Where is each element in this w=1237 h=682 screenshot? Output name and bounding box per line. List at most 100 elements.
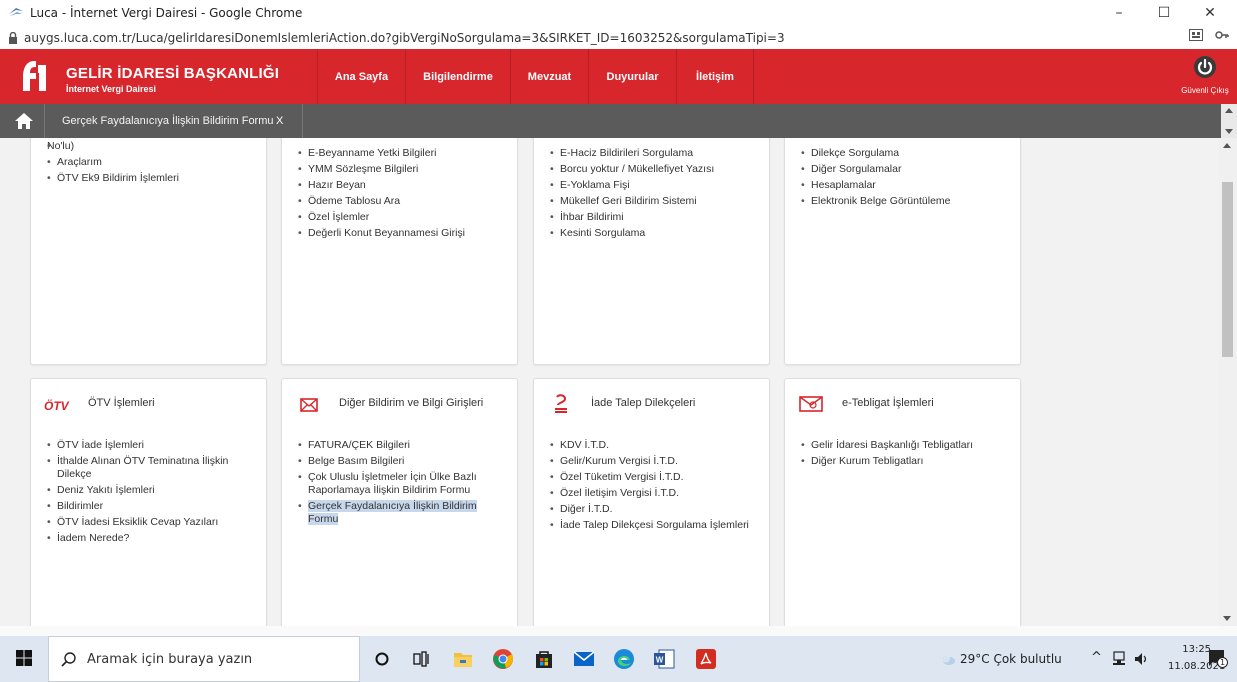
mail-icon[interactable] [573,648,595,670]
window-title: Luca - İnternet Vergi Dairesi - Google C… [30,6,303,20]
list-item[interactable]: İade Talep Dilekçesi Sorgulama İşlemleri [550,519,750,532]
list-item[interactable]: Gelir İdaresi Başkanlığı Tebligatları [801,439,1001,452]
list-item[interactable]: E-Beyanname Yetki Bilgileri [298,147,498,160]
svg-text:W: W [656,656,664,665]
scroll-up-icon[interactable] [1223,143,1231,148]
list-item[interactable]: İadem Nerede? [47,532,247,545]
edge-icon[interactable] [613,648,635,670]
scroll-down-icon[interactable] [1225,129,1233,134]
list-item[interactable]: Belge Basım Bilgileri [298,455,498,468]
url-text[interactable]: auygs.luca.com.tr/Luca/gelirIdaresiDonem… [24,31,785,45]
list-item[interactable]: Araçlarım [47,156,247,169]
task-view-icon[interactable] [411,648,433,670]
nav-duyurular[interactable]: Duyurular [588,49,676,104]
card-top-2: E-Beyanname Yetki Bilgileri YMM Sözleşme… [281,138,518,365]
list-item[interactable]: İhbar Bildirimi [550,211,750,224]
list-item[interactable]: E-Yoklama Fişi [550,179,750,192]
page-scrollbar[interactable] [1219,138,1237,626]
list-item[interactable]: Çok Uluslu İşletmeler İçin Ülke Bazlı Ra… [298,471,498,497]
home-icon[interactable] [14,112,34,130]
word-icon[interactable]: W [653,648,675,670]
secure-exit-button[interactable]: Güvenli Çıkış [1177,55,1233,99]
network-icon[interactable] [1112,651,1126,667]
tab-gercek-faydalaniciya[interactable]: Gerçek Faydalanıcıya İlişkin Bildirim Fo… [45,104,303,138]
brand-title[interactable]: GELİR İDARESİ BAŞKANLIĞI [66,65,279,82]
speaker-icon[interactable] [1134,651,1148,667]
store-icon[interactable] [533,648,555,670]
list-item[interactable]: Değerli Konut Beyannamesi Girişi [298,227,498,240]
list-item[interactable]: ÖTV Ek9 Bildirim İşlemleri [47,172,247,185]
weather-icon[interactable] [940,652,956,666]
list-item[interactable]: Diğer İ.T.D. [550,503,750,516]
list-item[interactable]: Ödeme Tablosu Ara [298,195,498,208]
tab-close-button[interactable]: X [276,115,283,127]
maximize-button[interactable]: ☐ [1144,0,1184,26]
list-item[interactable]: Gelir/Kurum Vergisi İ.T.D. [550,455,750,468]
list-item[interactable]: Kesinti Sorgulama [550,227,750,240]
notification-center-icon[interactable]: 1 [1207,649,1229,669]
acrobat-icon[interactable] [695,648,717,670]
card-title[interactable]: ÖTV İşlemleri [88,397,155,409]
list-item[interactable]: Özel İşlemler [298,211,498,224]
close-window-button[interactable]: ✕ [1190,0,1230,26]
file-explorer-icon[interactable] [452,648,474,670]
translate-icon[interactable] [1189,29,1203,41]
nav-bilgilendirme[interactable]: Bilgilendirme [405,49,510,104]
list-item[interactable]: Bildirimler [47,500,247,513]
secure-exit-label: Güvenli Çıkış [1181,86,1229,95]
browser-titlebar: Luca - İnternet Vergi Dairesi - Google C… [0,0,1237,26]
weather-text[interactable]: 29°C Çok bulutlu [960,652,1062,666]
windows-taskbar: Aramak için buraya yazın W 29°C Çok bulu… [0,636,1237,682]
taskbar-search[interactable]: Aramak için buraya yazın [48,636,360,682]
nav-divider [753,49,754,104]
cortana-icon[interactable] [371,648,393,670]
search-icon [61,652,76,667]
list-item[interactable]: Borcu yoktur / Mükellefiyet Yazısı [550,163,750,176]
scroll-down-icon[interactable] [1223,616,1231,621]
list-item[interactable]: Deniz Yakıtı İşlemleri [47,484,247,497]
scroll-up-icon[interactable] [1225,108,1233,113]
card-title[interactable]: İade Talep Dilekçeleri [591,397,695,409]
list-item[interactable]: ÖTV İadesi Eksiklik Cevap Yazıları [47,516,247,529]
minimize-button[interactable]: – [1099,0,1139,26]
list-item[interactable]: ÖTV İade İşlemleri [47,439,247,452]
list-item[interactable]: Diğer Sorgulamalar [801,163,1001,176]
scrollbar-thumb[interactable] [1222,182,1233,357]
gib-logo-icon[interactable] [20,59,50,93]
refund-icon [555,394,567,413]
inner-scrollbar[interactable] [1221,104,1237,138]
list-item[interactable]: E-Haciz Bildirileri Sorgulama [550,147,750,160]
tab-strip: Gerçek Faydalanıcıya İlişkin Bildirim Fo… [0,104,1237,138]
list-item[interactable]: Mükellef Geri Bildirim Sistemi [550,195,750,208]
chrome-icon[interactable] [492,648,514,670]
nav-ana-sayfa[interactable]: Ana Sayfa [317,49,405,104]
list-item[interactable]: Özel Tüketim Vergisi İ.T.D. [550,471,750,484]
tray-chevron-icon[interactable]: ^ [1091,650,1102,665]
power-icon [1194,56,1216,78]
list-item-selected[interactable]: Gerçek Faydalanıcıya İlişkin Bildirim Fo… [298,500,498,526]
list-item[interactable]: Diğer Kurum Tebligatları [801,455,1001,468]
card-otv-islemleri: ÖTV ÖTV İşlemleri ÖTV İade İşlemleri İth… [30,378,267,626]
list-item[interactable]: Hesaplamalar [801,179,1001,192]
windows-start-icon[interactable] [16,650,32,666]
list-item[interactable]: FATURA/ÇEK Bilgileri [298,439,498,452]
list-item[interactable]: Elektronik Belge Görüntüleme [801,195,1001,208]
list-item[interactable]: KDV İ.T.D. [550,439,750,452]
page-bottom-strip [0,626,1237,636]
list-item[interactable]: YMM Sözleşme Bilgileri [298,163,498,176]
search-placeholder: Aramak için buraya yazın [87,651,253,667]
list-item[interactable]: Dilekçe Sorgulama [801,147,1001,160]
list-item[interactable]: İthalde Alınan ÖTV Teminatına İlişkin Di… [47,455,247,481]
list-item[interactable]: Özel İletişim Vergisi İ.T.D. [550,487,750,500]
key-icon[interactable] [1215,29,1229,41]
nav-iletisim[interactable]: İletişim [676,49,753,104]
main-content: No'lu) Araçlarım ÖTV Ek9 Bildirim İşleml… [0,138,1219,626]
nav-mevzuat[interactable]: Mevzuat [510,49,588,104]
list-item[interactable]: Hazır Beyan [298,179,498,192]
list-item[interactable]: No'lu) [47,140,247,153]
card-top-1: No'lu) Araçlarım ÖTV Ek9 Bildirim İşleml… [30,138,267,365]
envelope-icon [300,398,318,412]
card-title[interactable]: e-Tebligat İşlemleri [842,397,934,409]
address-bar[interactable]: auygs.luca.com.tr/Luca/gelirIdaresiDonem… [0,26,1237,49]
card-title[interactable]: Diğer Bildirim ve Bilgi Girişleri [339,397,483,409]
